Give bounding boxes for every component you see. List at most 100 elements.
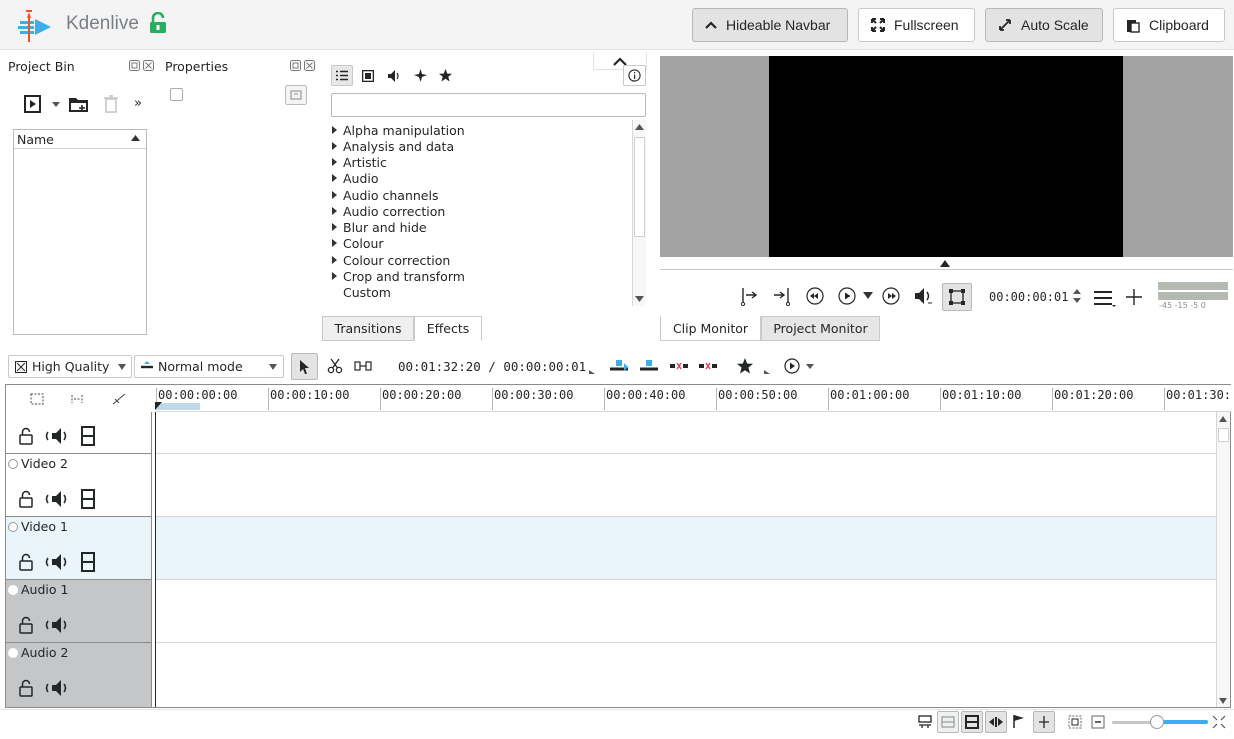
effect-category-item[interactable]: Audio channels [332, 188, 438, 204]
ruler-label: 00:01:20:00 [1054, 388, 1134, 402]
transform-frame-icon [949, 289, 965, 305]
volume-icon[interactable] [914, 286, 934, 306]
track-target-icon[interactable] [8, 647, 18, 658]
scroll-up-icon[interactable] [1219, 416, 1227, 422]
chevron-up-icon [705, 21, 717, 29]
track-height-icon[interactable] [70, 393, 84, 405]
play-options-dropdown-icon[interactable] [863, 292, 873, 299]
favorite-star-icon[interactable] [737, 358, 755, 375]
project-bin-list[interactable] [13, 129, 147, 335]
effect-category-item[interactable]: Custom [343, 285, 391, 301]
rewind-icon[interactable] [806, 287, 824, 305]
zoom-in-icon[interactable] [1212, 715, 1226, 729]
track-row[interactable] [156, 643, 1216, 707]
properties-title: Properties [165, 59, 229, 74]
hideable-navbar-button[interactable]: Hideable Navbar [692, 8, 848, 42]
insert-clip-icon[interactable] [610, 359, 628, 373]
zoom-slider-handle[interactable] [1150, 715, 1164, 729]
track-name: Video 1 [8, 519, 68, 534]
hamburger-menu-icon[interactable] [1094, 289, 1116, 307]
add-folder-icon[interactable] [68, 95, 90, 113]
monitor-video-frame[interactable] [769, 56, 1123, 257]
scroll-down-icon[interactable] [635, 296, 644, 302]
play-icon[interactable] [838, 287, 856, 305]
effect-category-item[interactable]: Blur and hide [332, 220, 427, 236]
timeline-scrollbar[interactable] [1216, 412, 1230, 707]
ruler-label: 00:00:50:00 [718, 388, 798, 402]
timeline-preview-icon[interactable] [784, 358, 816, 374]
zoom-out-icon[interactable] [1091, 715, 1105, 729]
track-target-icon[interactable] [8, 584, 18, 595]
edit-mode-value: Normal mode [158, 359, 243, 374]
effect-category-item[interactable]: Analysis and data [332, 139, 454, 155]
delete-icon[interactable] [104, 95, 118, 113]
set-in-point-icon[interactable] [741, 286, 759, 306]
track-row[interactable] [156, 412, 1216, 454]
track-target-icon[interactable] [8, 458, 18, 469]
tab-transitions[interactable]: Transitions [322, 316, 414, 341]
timeline-scrollbar-handle[interactable] [1218, 428, 1229, 442]
extract-icon[interactable] [670, 361, 688, 371]
auto-scale-button[interactable]: Auto Scale [985, 8, 1103, 42]
scroll-down-icon[interactable] [1219, 698, 1227, 704]
track-target-icon[interactable] [8, 521, 18, 532]
dock-float-close-icons[interactable] [129, 60, 155, 72]
unlocked-icon[interactable] [149, 12, 167, 34]
effect-category-label: Colour correction [343, 253, 451, 268]
scroll-up-icon[interactable] [635, 124, 644, 130]
marker-flag-icon[interactable] [1013, 714, 1025, 728]
zoom-fit-icon[interactable] [1068, 715, 1082, 729]
effect-category-item[interactable]: Alpha manipulation [332, 123, 465, 139]
tab-clip-monitor[interactable]: Clip Monitor [660, 316, 761, 341]
list-icon [336, 70, 348, 81]
header-splitter[interactable] [151, 412, 155, 707]
forward-icon[interactable] [882, 287, 900, 305]
collapse-tracks-icon[interactable] [30, 393, 44, 405]
chevron-down-icon [269, 364, 277, 370]
effects-search-input[interactable] [331, 93, 646, 117]
track-controls-icons[interactable] [19, 426, 95, 446]
effect-category-item[interactable]: Colour [332, 236, 384, 252]
properties-checkbox[interactable] [170, 88, 183, 101]
track-controls-icons[interactable] [19, 615, 69, 635]
properties-dock-buttons-icon[interactable] [290, 60, 316, 72]
tab-effects[interactable]: Effects [414, 316, 482, 341]
set-out-point-icon[interactable] [772, 286, 790, 306]
effect-category-item[interactable]: Colour correction [332, 253, 450, 269]
razor-icon[interactable] [327, 358, 343, 374]
overwrite-clip-icon[interactable] [640, 359, 658, 373]
lift-icon[interactable] [699, 361, 717, 371]
clipboard-button[interactable]: Clipboard [1113, 8, 1225, 42]
split-audio-icon[interactable] [918, 715, 932, 729]
track-controls-icons[interactable] [19, 678, 69, 698]
more-chevron-icon[interactable]: » [134, 96, 142, 111]
effect-category-item[interactable]: Audio correction [332, 204, 445, 220]
favorite-effects-icon[interactable] [439, 69, 452, 82]
video-effects-icon[interactable] [362, 70, 374, 82]
ruler-tick [268, 388, 269, 410]
timecode-spin-icon[interactable] [1073, 288, 1081, 304]
custom-effects-icon[interactable] [414, 69, 427, 82]
monitor-timecode[interactable]: 00:00:00:01 [989, 290, 1068, 304]
track-controls-icons[interactable] [19, 552, 95, 572]
effect-category-item[interactable]: Audio [332, 171, 379, 187]
star-dropdown-icon[interactable] [764, 370, 770, 374]
tab-project-monitor[interactable]: Project Monitor [761, 316, 880, 341]
track-controls-icons[interactable] [19, 489, 95, 509]
spacer-tool-icon[interactable] [354, 361, 372, 371]
effect-category-item[interactable]: Crop and transform [332, 269, 465, 285]
add-icon[interactable] [1126, 289, 1142, 305]
fullscreen-button[interactable]: Fullscreen [858, 8, 975, 42]
track-row-selected[interactable] [156, 517, 1216, 580]
track-row[interactable] [156, 580, 1216, 643]
track-row[interactable] [156, 454, 1216, 517]
effects-scrollbar-handle[interactable] [634, 137, 645, 237]
add-clip-icon[interactable] [24, 95, 62, 113]
audio-effects-icon[interactable] [388, 70, 400, 82]
timecode-dropdown-icon[interactable] [589, 370, 595, 374]
timeline-timecode[interactable]: 00:01:32:20 / 00:00:00:01 [398, 359, 586, 374]
audio-target-icon[interactable] [112, 393, 126, 405]
effect-category-item[interactable]: Artistic [332, 155, 387, 171]
playhead-marker-icon[interactable] [155, 402, 163, 410]
properties-config-icon[interactable] [285, 85, 307, 105]
